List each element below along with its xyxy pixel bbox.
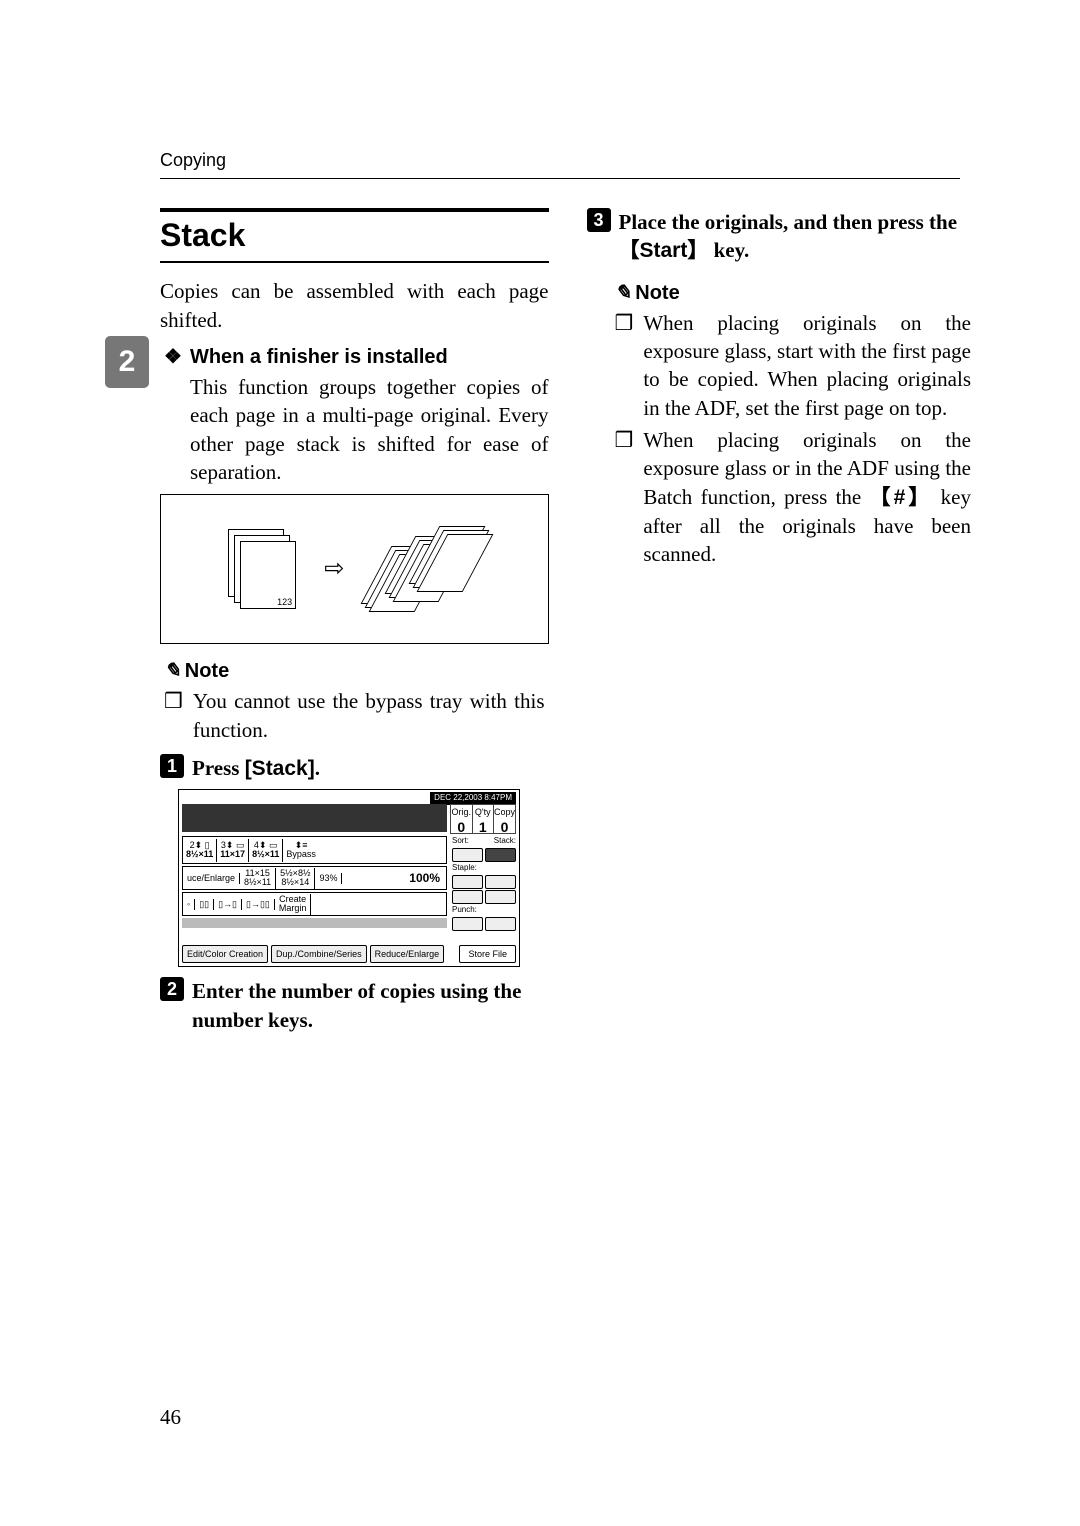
step-2-text: Enter the number of copies using the num… (192, 977, 549, 1034)
ss-btn-reduce[interactable]: Reduce/Enlarge (370, 945, 445, 963)
ss-btn-edit[interactable]: Edit/Color Creation (182, 945, 268, 963)
note-item-batch: ❒ When placing originals on the exposure… (615, 426, 972, 569)
note-item-exposure-glass: ❒ When placing originals on the exposure… (615, 309, 972, 422)
ss-finishing-options: Sort: Stack: Staple: Punch: (452, 836, 516, 931)
ss-layout-row: ◦ ▯▯ ▯→▯ ▯→▯▯ Create Margin (182, 892, 447, 916)
shifted-output-icon (370, 524, 480, 614)
ss-zoom-row: uce/Enlarge 11×15 8½×11 5½×8½ 8½×14 93% … (182, 866, 447, 890)
ss-btn-store-file[interactable]: Store File (459, 945, 516, 963)
finisher-subhead: ❖ When a finisher is installed (160, 344, 549, 371)
original-stack-icon: 123 (228, 529, 298, 609)
pencil-icon: ✎ (615, 280, 632, 307)
ss-paper-trays: 2⬍ ▯8½×11 3⬍ ▭11×17 4⬍ ▭8½×11 ⬍≡Bypass (182, 836, 447, 864)
ss-title-bar (182, 804, 447, 832)
arrow-right-icon: ⇨ (324, 553, 344, 585)
note-item-bypass: ❒ You cannot use the bypass tray with th… (164, 687, 545, 744)
diamond-icon: ❖ (164, 344, 182, 371)
note-bullet-icon: ❒ (615, 309, 634, 422)
running-head: Copying (160, 148, 960, 179)
note-bullet-icon: ❒ (164, 687, 183, 744)
ss-datetime: DEC 22,2003 8:47PM (430, 792, 516, 805)
note-heading-left: ✎Note (164, 658, 549, 685)
finisher-paragraph: This function groups together copies of … (190, 373, 549, 486)
ss-slider (182, 918, 447, 928)
ss-bottom-tabs: Edit/Color Creation Dup./Combine/Series … (182, 945, 516, 963)
step-number-3: 3 (587, 208, 611, 232)
stack-illustration: 123 ⇨ (160, 494, 549, 644)
note-bullet-icon: ❒ (615, 426, 634, 569)
step-3-text: Place the originals, and then press the … (619, 208, 976, 266)
left-column: Stack Copies can be assembled with each … (160, 208, 549, 1038)
pencil-icon: ✎ (164, 658, 181, 685)
step-2: 2 Enter the number of copies using the n… (160, 977, 549, 1034)
page-number: 46 (160, 1403, 181, 1431)
step-number-1: 1 (160, 754, 184, 778)
control-panel-screenshot: DEC 22,2003 8:47PM Orig.0 Q'ty1 Copy0 2⬍… (178, 789, 520, 967)
note-heading-right: ✎Note (615, 280, 976, 307)
step-1-text: Press [Stack]. (192, 754, 320, 783)
step-3: 3 Place the originals, and then press th… (587, 208, 976, 266)
section-heading-stack: Stack (160, 208, 549, 263)
chapter-tab: 2 (105, 336, 149, 388)
stack-button[interactable] (485, 848, 516, 862)
ss-btn-dup[interactable]: Dup./Combine/Series (271, 945, 367, 963)
stack-lead: Copies can be assembled with each page s… (160, 277, 549, 334)
columns: Stack Copies can be assembled with each … (160, 208, 975, 1038)
right-column: 3 Place the originals, and then press th… (587, 208, 976, 1038)
ss-counter: Orig.0 Q'ty1 Copy0 (450, 804, 516, 834)
step-1: 1 Press [Stack]. (160, 754, 549, 783)
finisher-subhead-text: When a finisher is installed (190, 344, 448, 371)
step-number-2: 2 (160, 977, 184, 1001)
page: Copying 2 Stack Copies can be assembled … (0, 0, 1080, 1526)
